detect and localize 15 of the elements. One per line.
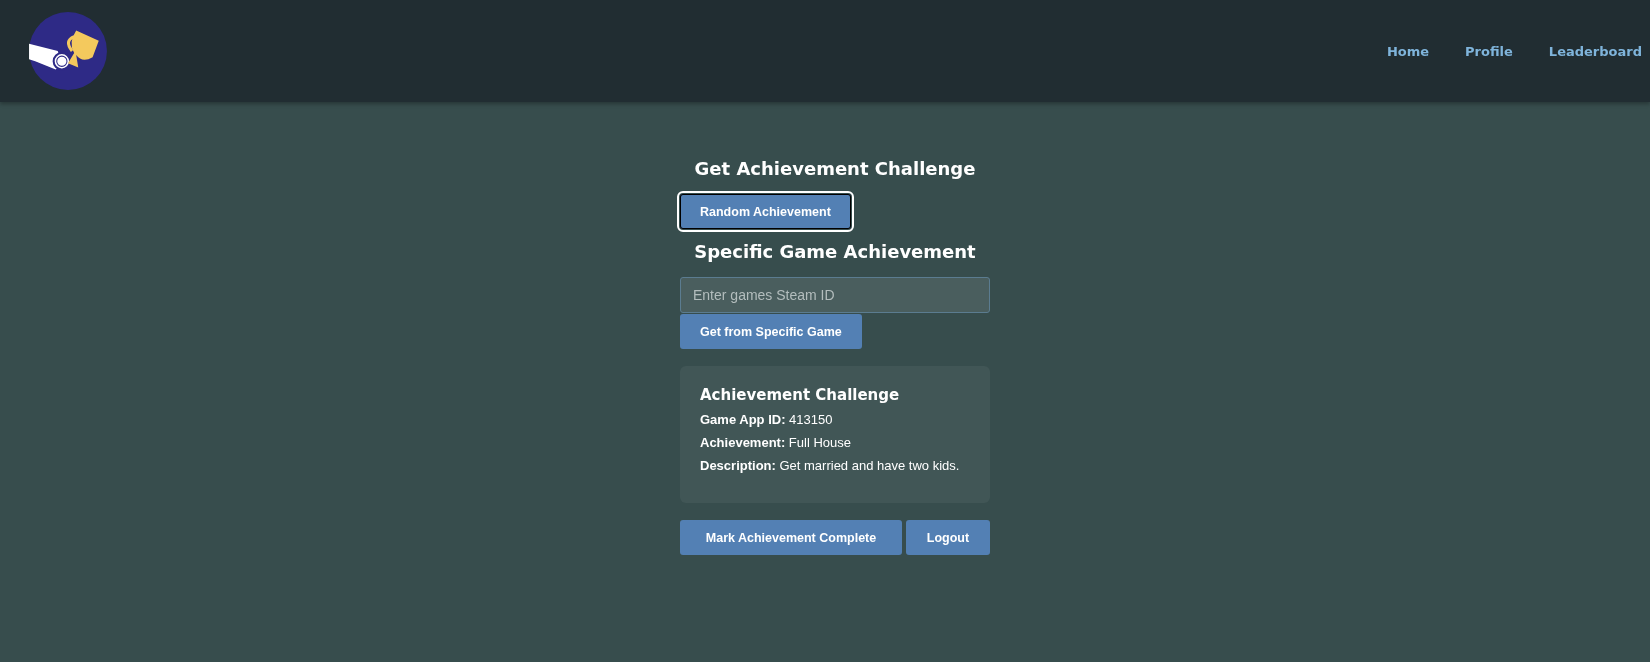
section-heading: Specific Game Achievement [694, 241, 976, 262]
detail-line: Game App ID: 413150 [700, 412, 834, 427]
nav-link[interactable]: Profile [1465, 39, 1513, 63]
section-heading: Get Achievement Challenge [694, 158, 976, 179]
logout-button[interactable]: Logout [906, 520, 990, 555]
logo-icon[interactable] [27, 10, 109, 92]
steam-id-field[interactable]: Enter games Steam ID [680, 277, 990, 313]
complete-button[interactable]: Mark Achievement Complete [680, 520, 902, 555]
card-title: Achievement Challenge [700, 386, 901, 404]
nav-link[interactable]: Leaderboard [1548, 39, 1642, 63]
detail-line: Achievement: Full House [700, 435, 852, 450]
random-achievement-button[interactable]: Random Achievement [680, 194, 851, 229]
nav-link[interactable]: Home [1386, 39, 1430, 63]
get-game-button[interactable]: Get from Specific Game [680, 314, 862, 349]
detail-line: Description: Get married and have two kids. [700, 458, 961, 473]
